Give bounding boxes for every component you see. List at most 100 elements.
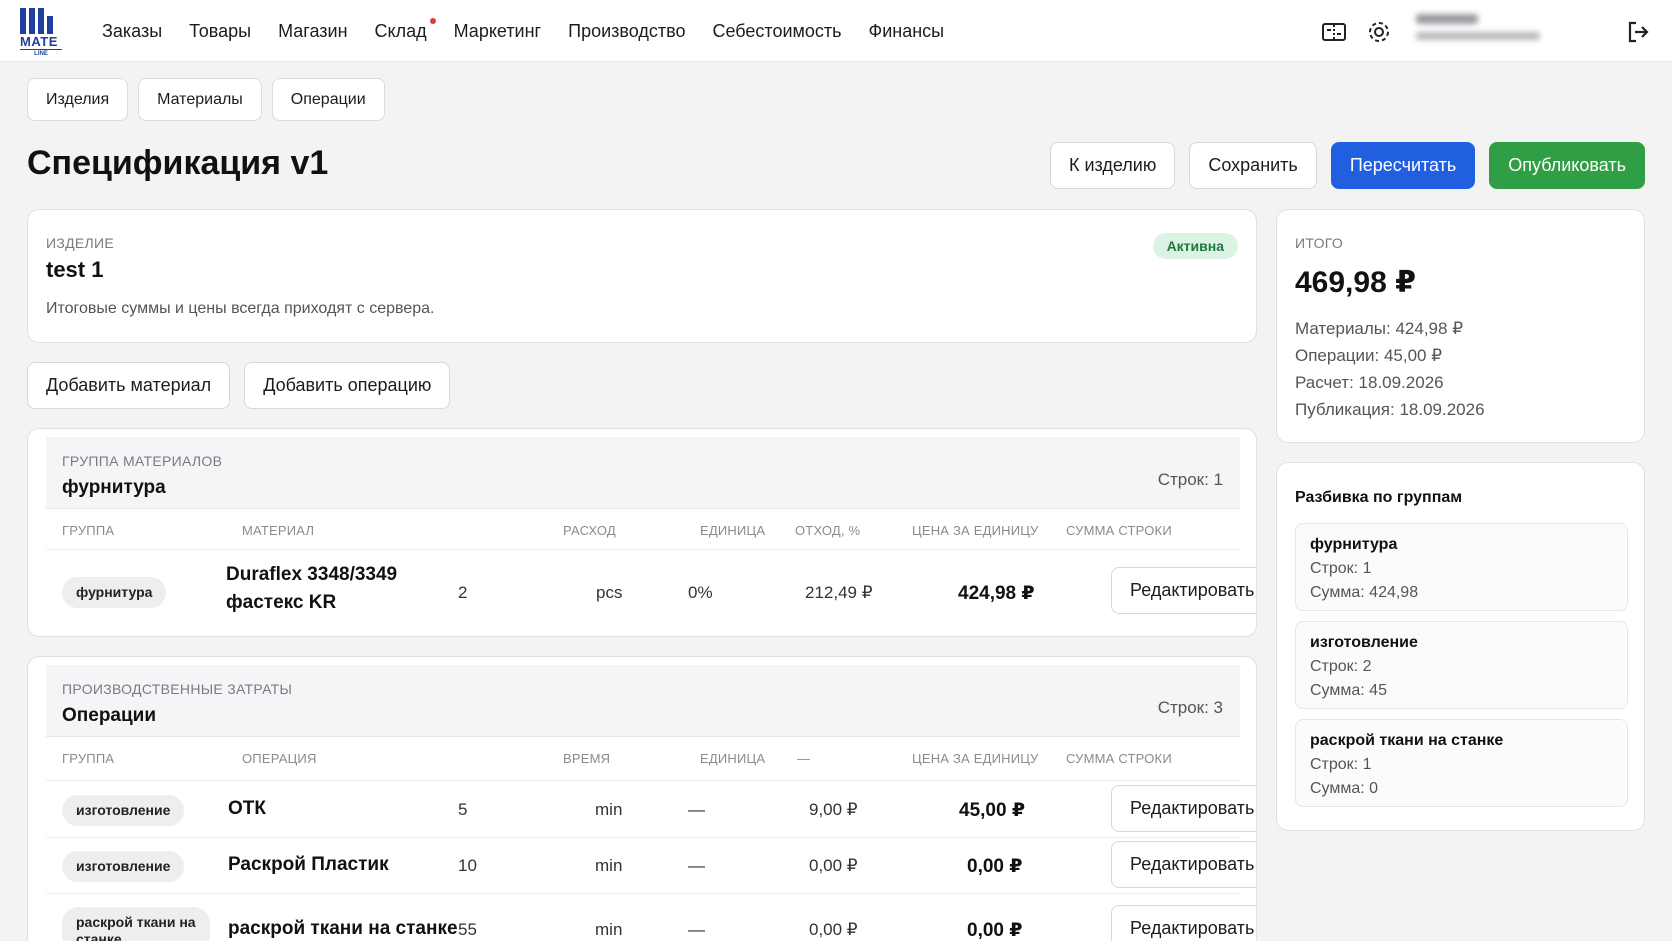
breakdown-card: Разбивка по группам фурнитура Строк: 1 С… xyxy=(1276,462,1645,831)
publish-date: Публикация: 18.09.2026 xyxy=(1295,400,1485,419)
time-cell: 5 xyxy=(458,800,468,819)
time-cell: 10 xyxy=(458,856,477,875)
nav-finance[interactable]: Финансы xyxy=(869,21,945,42)
breakdown-item-sum: Сумма: 424,98 xyxy=(1310,584,1419,601)
main-nav: Заказы Товары Магазин Склад Маркетинг Пр… xyxy=(102,0,971,62)
breakdown-title: Разбивка по группам xyxy=(1295,489,1463,506)
breakdown-item-sum: Сумма: 45 xyxy=(1310,682,1387,699)
col-material: Материал xyxy=(242,523,315,538)
breakdown-item-rows: Строк: 1 xyxy=(1310,560,1372,577)
materials-column-headers: Группа Материал Расход Единица Отход, % … xyxy=(28,523,1256,543)
group-pill: изготовление xyxy=(62,795,185,826)
operation-name: ОТК xyxy=(228,798,266,819)
save-button[interactable]: Сохранить xyxy=(1189,142,1317,189)
tab-operations[interactable]: Операции xyxy=(271,78,385,121)
col-qty: Расход xyxy=(563,523,616,538)
col-unit: Единица xyxy=(700,523,766,538)
add-material-button[interactable]: Добавить материал xyxy=(27,362,231,409)
recalculate-button[interactable]: Пересчитать xyxy=(1330,142,1476,189)
status-badge: Активна xyxy=(1152,233,1238,259)
breakdown-item-rows: Строк: 2 xyxy=(1310,658,1372,675)
edit-row-button[interactable]: Редактировать xyxy=(1111,841,1256,888)
group-pill: раскрой ткани на станке xyxy=(62,907,210,941)
product-note: Итоговые суммы и цены всегда приходят с … xyxy=(46,300,435,317)
group-name: фурнитура xyxy=(62,477,166,498)
dash-cell: — xyxy=(688,920,705,939)
col-dash: — xyxy=(797,751,811,766)
qty-cell: 2 xyxy=(458,583,468,602)
add-operation-button[interactable]: Добавить операцию xyxy=(244,362,451,409)
back-to-product-button[interactable]: К изделию xyxy=(1049,142,1176,189)
divider xyxy=(46,837,1240,838)
tab-materials[interactable]: Материалы xyxy=(138,78,262,121)
operations-column-headers: Группа Операция Время Единица — Цена за … xyxy=(28,751,1256,771)
page-actions: К изделию Сохранить Пересчитать Опублико… xyxy=(1049,142,1645,189)
nav-shop[interactable]: Магазин xyxy=(278,21,347,42)
price-cell: 9,00 ₽ xyxy=(809,800,858,819)
price-cell: 212,49 ₽ xyxy=(805,583,873,602)
tab-products[interactable]: Изделия xyxy=(27,78,129,121)
add-actions: Добавить материал Добавить операцию xyxy=(27,362,451,409)
logo-text: MATE xyxy=(20,34,58,49)
breakdown-item: раскрой ткани на станке Строк: 1 Сумма: … xyxy=(1295,719,1628,807)
user-profile[interactable] xyxy=(1416,14,1546,50)
total-amount: 469,98 ₽ xyxy=(1295,266,1416,299)
sum-cell: 0,00 ₽ xyxy=(967,856,1023,877)
notification-dot xyxy=(429,17,436,24)
section-tabs: Изделия Материалы Операции xyxy=(27,78,385,121)
breakdown-item-sum: Сумма: 0 xyxy=(1310,780,1379,797)
totals-label: Итого xyxy=(1295,235,1344,251)
breakdown-item-name: фурнитура xyxy=(1310,536,1398,553)
logo-sub: LINE xyxy=(20,49,62,58)
operations-group-card: Производственные затраты Операции Строк:… xyxy=(27,656,1257,941)
col-unit-price: Цена за единицу xyxy=(912,751,1039,766)
group-type-label: Группа материалов xyxy=(62,453,223,469)
divider xyxy=(46,780,1240,781)
nav-production[interactable]: Производство xyxy=(568,21,685,42)
totals-card: Итого 469,98 ₽ Материалы: 424,98 ₽ Опера… xyxy=(1276,209,1645,443)
group-type-label: Производственные затраты xyxy=(62,681,293,697)
publish-button[interactable]: Опубликовать xyxy=(1489,142,1645,189)
sum-cell: 45,00 ₽ xyxy=(959,800,1026,821)
material-name-line1: Duraflex 3348/3349 xyxy=(226,564,398,585)
unit-cell: min xyxy=(595,856,623,875)
nav-warehouse[interactable]: Склад xyxy=(374,17,436,42)
sum-cell: 424,98 ₽ xyxy=(958,583,1035,604)
col-row-sum: Сумма строки xyxy=(1066,751,1172,766)
total-materials: Материалы: 424,98 ₽ xyxy=(1295,319,1464,338)
col-operation: Операция xyxy=(242,751,317,766)
dash-cell: — xyxy=(688,856,705,875)
nav-products[interactable]: Товары xyxy=(189,21,251,42)
col-group: Группа xyxy=(62,751,115,766)
materials-group-card: Группа материалов фурнитура Строк: 1 Гру… xyxy=(27,428,1257,637)
col-waste: Отход, % xyxy=(795,523,861,538)
edit-row-button[interactable]: Редактировать xyxy=(1111,905,1256,941)
time-cell: 55 xyxy=(458,920,477,939)
materials-group-header: Группа материалов фурнитура Строк: 1 xyxy=(46,437,1240,509)
page-title: Спецификация v1 xyxy=(27,144,329,182)
calc-date: Расчет: 18.09.2026 xyxy=(1295,373,1444,392)
nav-costing[interactable]: Себестоимость xyxy=(713,21,842,42)
logout-icon[interactable] xyxy=(1625,19,1651,45)
breakdown-item: фурнитура Строк: 1 Сумма: 424,98 xyxy=(1295,523,1628,611)
col-unit-price: Цена за единицу xyxy=(912,523,1039,538)
group-pill: фурнитура xyxy=(62,577,167,608)
col-time: Время xyxy=(563,751,611,766)
nav-marketing[interactable]: Маркетинг xyxy=(454,21,542,42)
col-row-sum: Сумма строки xyxy=(1066,523,1172,538)
logo-bars xyxy=(20,8,66,34)
price-cell: 0,00 ₽ xyxy=(809,920,858,939)
ticket-icon[interactable] xyxy=(1321,19,1347,45)
edit-row-button[interactable]: Редактировать xyxy=(1111,567,1256,614)
operation-name: раскрой ткани на станке xyxy=(228,918,458,939)
product-card: Изделие test 1 Итоговые суммы и цены все… xyxy=(27,209,1257,343)
top-navbar: MATE LINE Заказы Товары Магазин Склад Ма… xyxy=(0,0,1672,62)
nav-orders[interactable]: Заказы xyxy=(102,21,162,42)
unit-cell: min xyxy=(595,920,623,939)
logo[interactable]: MATE LINE xyxy=(20,8,66,58)
sum-cell: 0,00 ₽ xyxy=(967,920,1023,941)
edit-row-button[interactable]: Редактировать xyxy=(1111,785,1256,832)
gear-icon[interactable] xyxy=(1366,19,1392,45)
dash-cell: — xyxy=(688,800,705,819)
nav-warehouse-label: Склад xyxy=(374,20,427,41)
